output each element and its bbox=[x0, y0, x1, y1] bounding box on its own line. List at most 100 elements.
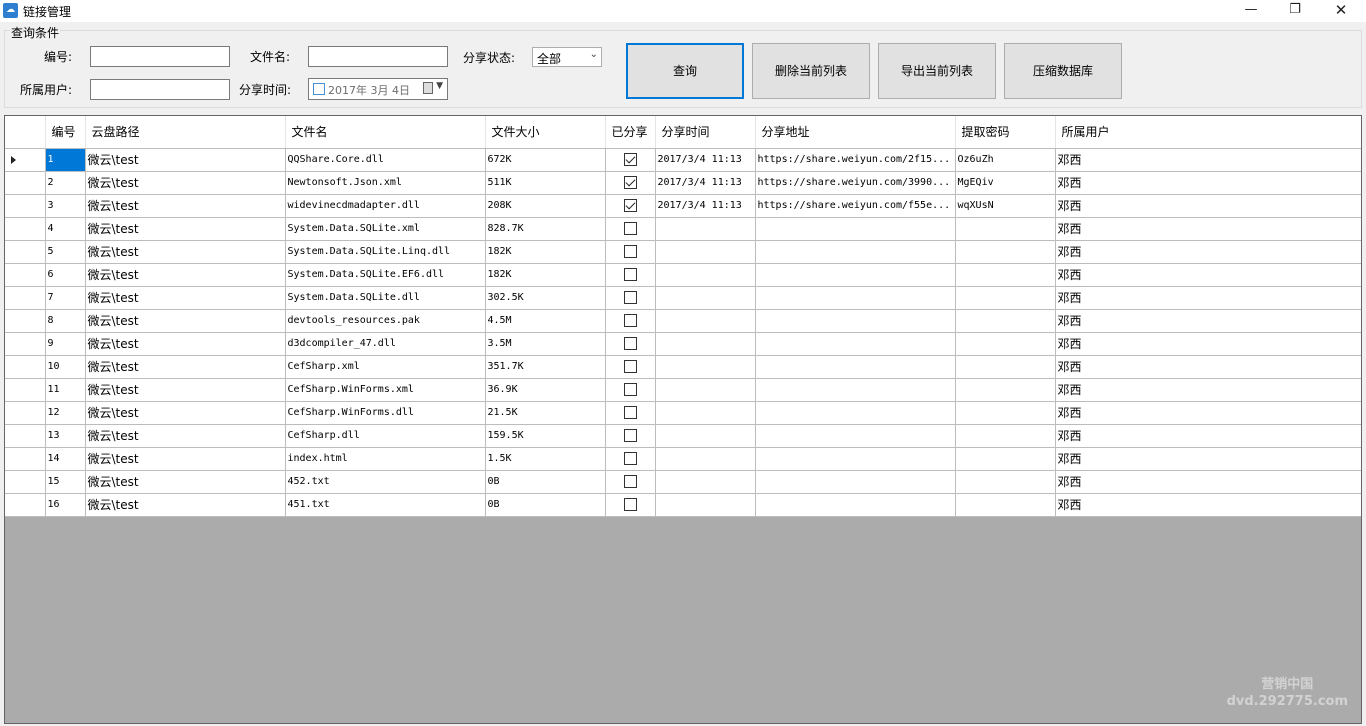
cell-size[interactable]: 511K bbox=[485, 171, 606, 195]
cell-path[interactable]: 微云\test bbox=[85, 240, 286, 264]
cell-id[interactable]: 8 bbox=[45, 309, 86, 333]
table-row[interactable]: 16 微云\test 451.txt 0B 邓西 bbox=[5, 493, 1361, 517]
cell-filename[interactable]: System.Data.SQLite.xml bbox=[285, 217, 486, 241]
date-enable-checkbox[interactable] bbox=[313, 83, 325, 95]
cell-share-time[interactable]: 2017/3/4 11:13 bbox=[655, 171, 756, 195]
cell-share-time[interactable] bbox=[655, 401, 756, 425]
row-header[interactable] bbox=[5, 401, 46, 425]
cell-share-url[interactable] bbox=[755, 217, 956, 241]
cell-shared[interactable] bbox=[605, 240, 656, 264]
cell-shared[interactable] bbox=[605, 309, 656, 333]
shared-checkbox[interactable] bbox=[623, 452, 637, 465]
cell-path[interactable]: 微云\test bbox=[85, 148, 286, 172]
delete-list-button[interactable]: 删除当前列表 bbox=[752, 43, 870, 99]
cell-id[interactable]: 6 bbox=[45, 263, 86, 287]
column-header[interactable]: 编号 bbox=[45, 116, 86, 149]
query-button[interactable]: 查询 bbox=[626, 43, 744, 99]
shared-checkbox[interactable] bbox=[623, 475, 637, 488]
row-header[interactable] bbox=[5, 424, 46, 448]
shared-checkbox[interactable] bbox=[623, 268, 637, 281]
shared-checkbox[interactable] bbox=[623, 406, 637, 419]
cell-password[interactable] bbox=[955, 378, 1056, 402]
cell-size[interactable]: 0B bbox=[485, 493, 606, 517]
cell-share-time[interactable] bbox=[655, 263, 756, 287]
cell-shared[interactable] bbox=[605, 263, 656, 287]
cell-password[interactable] bbox=[955, 447, 1056, 471]
user-input[interactable] bbox=[90, 79, 230, 100]
table-row[interactable]: 6 微云\test System.Data.SQLite.EF6.dll 182K 邓西 bbox=[5, 263, 1361, 287]
table-row[interactable]: 5 微云\test System.Data.SQLite.Linq.dll 182K 邓… bbox=[5, 240, 1361, 264]
cell-filename[interactable]: System.Data.SQLite.Linq.dll bbox=[285, 240, 486, 264]
cell-size[interactable]: 182K bbox=[485, 240, 606, 264]
cell-shared[interactable] bbox=[605, 217, 656, 241]
maximize-button[interactable]: ❐ bbox=[1272, 0, 1318, 22]
cell-filename[interactable]: 452.txt bbox=[285, 470, 486, 494]
cell-filename[interactable]: CefSharp.dll bbox=[285, 424, 486, 448]
cell-shared[interactable] bbox=[605, 378, 656, 402]
row-header[interactable] bbox=[5, 332, 46, 356]
cell-share-time[interactable]: 2017/3/4 11:13 bbox=[655, 194, 756, 218]
cell-id[interactable]: 14 bbox=[45, 447, 86, 471]
table-row[interactable]: 11 微云\test CefSharp.WinForms.xml 36.9K 邓西 bbox=[5, 378, 1361, 402]
column-header[interactable]: 分享时间 bbox=[655, 116, 756, 149]
cell-share-time[interactable]: 2017/3/4 11:13 bbox=[655, 148, 756, 172]
table-row[interactable]: 12 微云\test CefSharp.WinForms.dll 21.5K 邓西 bbox=[5, 401, 1361, 425]
cell-user[interactable]: 邓西 bbox=[1055, 493, 1361, 517]
cell-filename[interactable]: CefSharp.WinForms.dll bbox=[285, 401, 486, 425]
cell-path[interactable]: 微云\test bbox=[85, 263, 286, 287]
row-header[interactable] bbox=[5, 194, 46, 218]
cell-size[interactable]: 21.5K bbox=[485, 401, 606, 425]
id-input[interactable] bbox=[90, 46, 230, 67]
row-header[interactable] bbox=[5, 171, 46, 195]
links-grid[interactable]: 编号 云盘路径 文件名 文件大小 已分享 分享时间 分享地址 提取密码 所属用户… bbox=[4, 115, 1362, 724]
column-header[interactable]: 云盘路径 bbox=[85, 116, 286, 149]
cell-filename[interactable]: widevinecdmadapter.dll bbox=[285, 194, 486, 218]
cell-id[interactable]: 7 bbox=[45, 286, 86, 310]
cell-share-url[interactable]: https://share.weiyun.com/f55e... bbox=[755, 194, 956, 218]
cell-share-url[interactable] bbox=[755, 355, 956, 379]
cell-share-url[interactable] bbox=[755, 240, 956, 264]
cell-path[interactable]: 微云\test bbox=[85, 401, 286, 425]
shared-checkbox[interactable] bbox=[623, 291, 637, 304]
cell-size[interactable]: 208K bbox=[485, 194, 606, 218]
cell-user[interactable]: 邓西 bbox=[1055, 240, 1361, 264]
cell-path[interactable]: 微云\test bbox=[85, 493, 286, 517]
cell-filename[interactable]: d3dcompiler_47.dll bbox=[285, 332, 486, 356]
cell-size[interactable]: 36.9K bbox=[485, 378, 606, 402]
cell-path[interactable]: 微云\test bbox=[85, 378, 286, 402]
cell-size[interactable]: 351.7K bbox=[485, 355, 606, 379]
row-header[interactable] bbox=[5, 217, 46, 241]
cell-size[interactable]: 3.5M bbox=[485, 332, 606, 356]
cell-user[interactable]: 邓西 bbox=[1055, 424, 1361, 448]
cell-password[interactable] bbox=[955, 240, 1056, 264]
row-header[interactable] bbox=[5, 286, 46, 310]
cell-size[interactable]: 672K bbox=[485, 148, 606, 172]
shared-checkbox[interactable] bbox=[623, 153, 637, 166]
cell-password[interactable]: wqXUsN bbox=[955, 194, 1056, 218]
cell-share-url[interactable] bbox=[755, 378, 956, 402]
cell-path[interactable]: 微云\test bbox=[85, 424, 286, 448]
calendar-icon[interactable] bbox=[423, 82, 433, 94]
row-header[interactable] bbox=[5, 378, 46, 402]
cell-share-time[interactable] bbox=[655, 470, 756, 494]
cell-shared[interactable] bbox=[605, 194, 656, 218]
shared-checkbox[interactable] bbox=[623, 360, 637, 373]
cell-password[interactable] bbox=[955, 470, 1056, 494]
shared-checkbox[interactable] bbox=[623, 245, 637, 258]
cell-user[interactable]: 邓西 bbox=[1055, 447, 1361, 471]
cell-path[interactable]: 微云\test bbox=[85, 447, 286, 471]
cell-share-url[interactable] bbox=[755, 470, 956, 494]
cell-id[interactable]: 1 bbox=[45, 148, 86, 172]
cell-filename[interactable]: devtools_resources.pak bbox=[285, 309, 486, 333]
cell-path[interactable]: 微云\test bbox=[85, 286, 286, 310]
cell-filename[interactable]: System.Data.SQLite.EF6.dll bbox=[285, 263, 486, 287]
cell-share-url[interactable] bbox=[755, 401, 956, 425]
cell-shared[interactable] bbox=[605, 401, 656, 425]
cell-user[interactable]: 邓西 bbox=[1055, 171, 1361, 195]
cell-password[interactable] bbox=[955, 217, 1056, 241]
cell-share-time[interactable] bbox=[655, 355, 756, 379]
cell-user[interactable]: 邓西 bbox=[1055, 355, 1361, 379]
cell-filename[interactable]: index.html bbox=[285, 447, 486, 471]
cell-shared[interactable] bbox=[605, 470, 656, 494]
cell-share-url[interactable]: https://share.weiyun.com/3990... bbox=[755, 171, 956, 195]
